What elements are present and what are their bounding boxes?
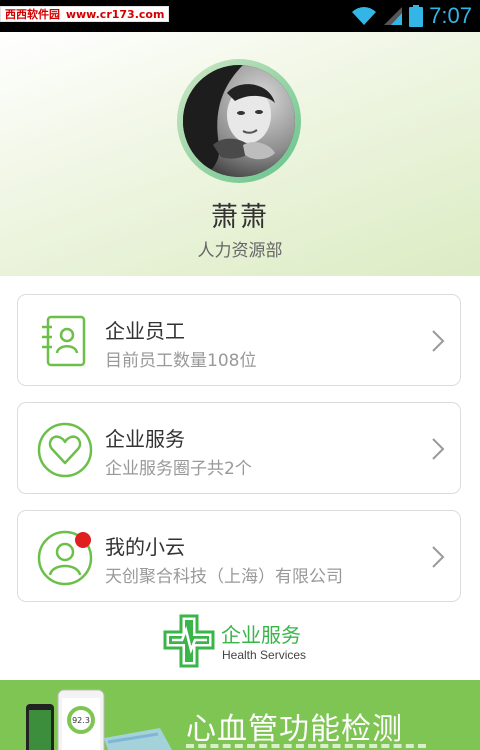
watermark-cn: 西西软件园 — [5, 8, 60, 21]
device-reading: 92.3 — [72, 716, 90, 725]
clock: 7:07 — [429, 3, 472, 28]
status-bar: 西西软件园 www.cr173.com 7:07 — [0, 0, 480, 32]
chevron-right-icon — [432, 546, 445, 568]
status-indicators: 7:07 — [351, 0, 472, 32]
avatar-photo — [183, 65, 295, 177]
menu-item-my-cloud[interactable]: 我的小云 天创聚合科技（上海）有限公司 — [17, 510, 461, 602]
user-department: 人力资源部 — [197, 241, 283, 261]
menu-title: 我的小云 — [105, 535, 185, 559]
menu-item-services[interactable]: 企业服务 企业服务圈子共2个 — [17, 402, 461, 494]
chevron-right-icon — [432, 330, 445, 352]
brand-name-cn: 企业服务 — [221, 623, 301, 647]
watermark-site: www.cr173.com — [65, 8, 165, 21]
brand-name-en: Health Services — [222, 648, 307, 662]
heart-icon — [37, 422, 93, 478]
menu-subtitle: 天创聚合科技（上海）有限公司 — [105, 567, 343, 587]
avatar-ring[interactable] — [177, 59, 301, 183]
chevron-right-icon — [432, 438, 445, 460]
menu-item-employees[interactable]: 企业员工 目前员工数量108位 — [17, 294, 461, 386]
wifi-icon — [352, 7, 377, 25]
user-name: 萧萧 — [211, 202, 269, 233]
menu-title: 企业员工 — [105, 319, 185, 343]
signal-icon — [384, 7, 403, 25]
battery-icon — [409, 5, 424, 27]
menu-title: 企业服务 — [105, 427, 185, 451]
notification-badge — [75, 532, 91, 548]
menu-subtitle: 企业服务圈子共2个 — [105, 459, 252, 479]
promo-banner[interactable]: 92.3 心血管功能检测 — [0, 680, 480, 750]
profile-header: 萧萧 人力资源部 — [0, 32, 480, 276]
banner-subtitle-cutoff — [186, 744, 426, 750]
menu-subtitle: 目前员工数量108位 — [105, 351, 257, 371]
phone-device-image: 92.3 — [26, 689, 172, 750]
banner-title: 心血管功能检测 — [186, 712, 403, 747]
contacts-icon — [42, 315, 86, 367]
user-icon — [37, 530, 93, 586]
avatar[interactable] — [183, 65, 295, 177]
watermark: 西西软件园 www.cr173.com — [0, 6, 170, 22]
health-cross-icon — [163, 614, 215, 668]
brand-logo: 企业服务 Health Services — [163, 612, 323, 672]
